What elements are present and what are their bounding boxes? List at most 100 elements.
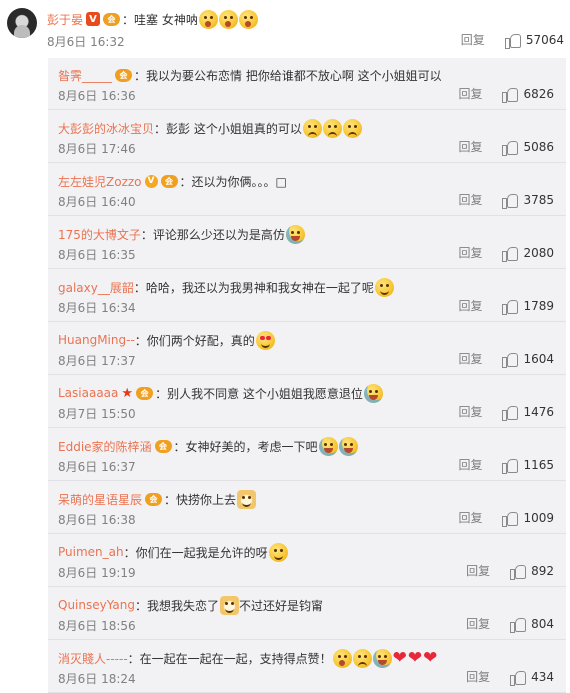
like-count: 1165 — [523, 457, 554, 472]
reply-username[interactable]: galaxy__展韶 — [58, 279, 134, 296]
main-username[interactable]: 彭于晏 — [47, 11, 83, 28]
reply-button[interactable]: 回复 — [466, 615, 490, 632]
thumbs-up-icon[interactable] — [502, 140, 519, 156]
reply-button[interactable]: 回复 — [458, 191, 482, 208]
reply-username[interactable]: 呆萌的星语星辰 — [58, 491, 142, 508]
thumbs-up-icon[interactable] — [510, 670, 527, 686]
reply-button[interactable]: 回复 — [466, 668, 490, 685]
reply-text: ：评论那么少还以为是高仿 — [140, 227, 285, 242]
reply-time: 8月6日 16:37 — [58, 460, 136, 474]
reply-username[interactable]: Eddie家的陈梓涵 — [58, 438, 152, 455]
dog-emoji-icon — [220, 595, 239, 615]
reply-actions: 回复 2080 — [458, 244, 554, 262]
like-count: 2080 — [523, 245, 554, 260]
reply-button[interactable]: 回复 — [458, 244, 482, 261]
reply-username[interactable]: 昝霁_____ — [58, 67, 112, 84]
avatar[interactable] — [7, 8, 37, 38]
reply-username[interactable]: 175的大博文子 — [58, 226, 141, 243]
reply-text: ：我以为要公布恋情 把你给谁都不放心啊 这个小姐姐可以 — [134, 68, 442, 83]
thumbs-up-icon[interactable] — [502, 246, 519, 262]
reply-username[interactable]: 消灭賤人----- — [58, 650, 128, 667]
wow-emoji-icon — [238, 9, 258, 29]
reply-button[interactable]: 回复 — [458, 509, 482, 526]
love-emoji-icon — [255, 330, 275, 350]
reply-actions: 回复 1604 — [458, 350, 554, 368]
reply-line: HuangMing-- ：你们两个好配，真的 — [58, 329, 275, 351]
heart-icon: ❤ — [392, 647, 407, 668]
thumbs-up-icon[interactable] — [502, 511, 519, 527]
reply-item: 昝霁_____ 会：我以为要公布恋情 把你给谁都不放心啊 这个小姐姐可以 8月6日 … — [48, 58, 566, 110]
reply-item: 消灭賤人----- ：在一起在一起在一起，支持得点赞！ ❤ ❤ ❤ 8月6日 18:24 回… — [48, 641, 566, 693]
like-count: 804 — [531, 616, 554, 631]
like-count: 1789 — [523, 298, 554, 313]
thumbs-up-icon[interactable] — [502, 458, 519, 474]
reply-text: ：你们两个好配，真的 — [134, 333, 255, 348]
reply-list: 昝霁_____ 会 ：我以为要公布恋情 把你给谁都不放心啊 这个小姐姐可以 8月6日 … — [48, 58, 566, 693]
thumbs-up-icon[interactable] — [502, 193, 519, 209]
reply-actions: 回复 434 — [466, 668, 554, 686]
thumbs-up-icon[interactable] — [510, 617, 527, 633]
reply-username[interactable]: Puimen_ah — [58, 545, 124, 559]
reply-actions: 回复 5086 — [458, 138, 554, 156]
thumbs-up-icon[interactable] — [504, 33, 521, 49]
reply-text: ：女神好美的，考虑一下吧 — [173, 439, 318, 454]
main-comment-text: ：哇塞 女神呐 — [122, 12, 198, 27]
reply-time: 8月6日 16:36 — [58, 89, 136, 103]
reply-time: 8月6日 16:38 — [58, 513, 136, 527]
cry-emoji-icon — [318, 436, 338, 456]
reply-username[interactable]: QuinseyYang — [58, 598, 135, 612]
reply-actions: 回复 1476 — [458, 403, 554, 421]
member-badge-icon: 会 — [136, 386, 154, 400]
reply-time: 8月6日 19:19 — [58, 566, 136, 580]
reply-item: Lasiaaaaa ★ 会：别人我不同意 这个小姐姐我愿意退位 8月7日 15:50 回… — [48, 376, 566, 428]
reply-text: ：在一起在一起在一起，支持得点赞！ — [127, 651, 332, 666]
reply-time: 8月6日 16:40 — [58, 195, 136, 209]
thumbs-up-icon[interactable] — [502, 405, 519, 421]
reply-button[interactable]: 回复 — [458, 138, 482, 155]
sad-emoji-icon — [352, 648, 372, 668]
reply-actions: 回复 6826 — [458, 85, 554, 103]
like-count: 1476 — [523, 404, 554, 419]
reply-line: Eddie家的陈梓涵会：女神好美的，考虑一下吧 — [58, 435, 358, 457]
smile-emoji-icon — [374, 277, 394, 297]
reply-button[interactable]: 回复 — [458, 297, 482, 314]
reply-line: 左左娃児Zozzo V 会：还以为你俩。。。□ — [58, 170, 287, 192]
member-badge-icon: 会 — [103, 12, 121, 26]
cry-emoji-icon — [285, 224, 305, 244]
main-comment-actions: 回复 57064 — [461, 31, 564, 49]
reply-button[interactable]: 回复 — [458, 456, 482, 473]
reply-actions: 回复 892 — [466, 562, 554, 580]
reply-item: 左左娃児Zozzo V 会：还以为你俩。。。□ 8月6日 16:40 回复 3785 — [48, 164, 566, 216]
reply-line: QuinseyYang ：我想我失恋了 不过还好是钧甯 — [58, 594, 323, 616]
reply-item: 呆萌的星语星辰会：快捞你上去 8月6日 16:38 回复 1009 — [48, 482, 566, 534]
heart-icon: ❤ — [423, 647, 438, 668]
reply-button[interactable]: 回复 — [458, 403, 482, 420]
thumbs-up-icon[interactable] — [502, 299, 519, 315]
reply-username[interactable]: 左左娃児Zozzo — [58, 173, 142, 190]
like-count: 57064 — [525, 32, 564, 47]
reply-button[interactable]: 回复 — [461, 31, 485, 48]
like-count: 892 — [531, 563, 554, 578]
reply-username[interactable]: Lasiaaaaa — [58, 386, 118, 400]
member-badge-icon: 会 — [145, 492, 163, 506]
wow-emoji-icon — [218, 9, 238, 29]
reply-username[interactable]: HuangMing-- — [58, 333, 135, 347]
reply-button[interactable]: 回复 — [458, 350, 482, 367]
reply-actions: 回复 3785 — [458, 191, 554, 209]
verified-v-icon: V — [86, 12, 101, 26]
reply-time: 8月6日 16:34 — [58, 301, 136, 315]
reply-button[interactable]: 回复 — [466, 562, 490, 579]
reply-item: 大彭彭的冰冰宝贝 ：彭彭 这个小姐姐真的可以 8月6日 17:46 回复 5086 — [48, 111, 566, 163]
thumbs-up-icon[interactable] — [502, 352, 519, 368]
member-badge-icon: 会 — [160, 174, 178, 188]
reply-time: 8月6日 17:46 — [58, 142, 136, 156]
reply-item: Puimen_ah ：你们在一起我是允许的呀 8月6日 19:19 回复 892 — [48, 535, 566, 587]
reply-text: ：别人我不同意 这个小姐姐我愿意退位 — [155, 386, 363, 401]
reply-button[interactable]: 回复 — [458, 85, 482, 102]
reply-item: HuangMing-- ：你们两个好配，真的 8月6日 17:37 回复 1604 — [48, 323, 566, 375]
reply-username[interactable]: 大彭彭的冰冰宝贝 — [58, 120, 154, 137]
thumbs-up-icon[interactable] — [510, 564, 527, 580]
reply-text-continued: 不过还好是钧甯 — [239, 598, 324, 613]
reply-actions: 回复 1789 — [458, 297, 554, 315]
thumbs-up-icon[interactable] — [502, 87, 519, 103]
